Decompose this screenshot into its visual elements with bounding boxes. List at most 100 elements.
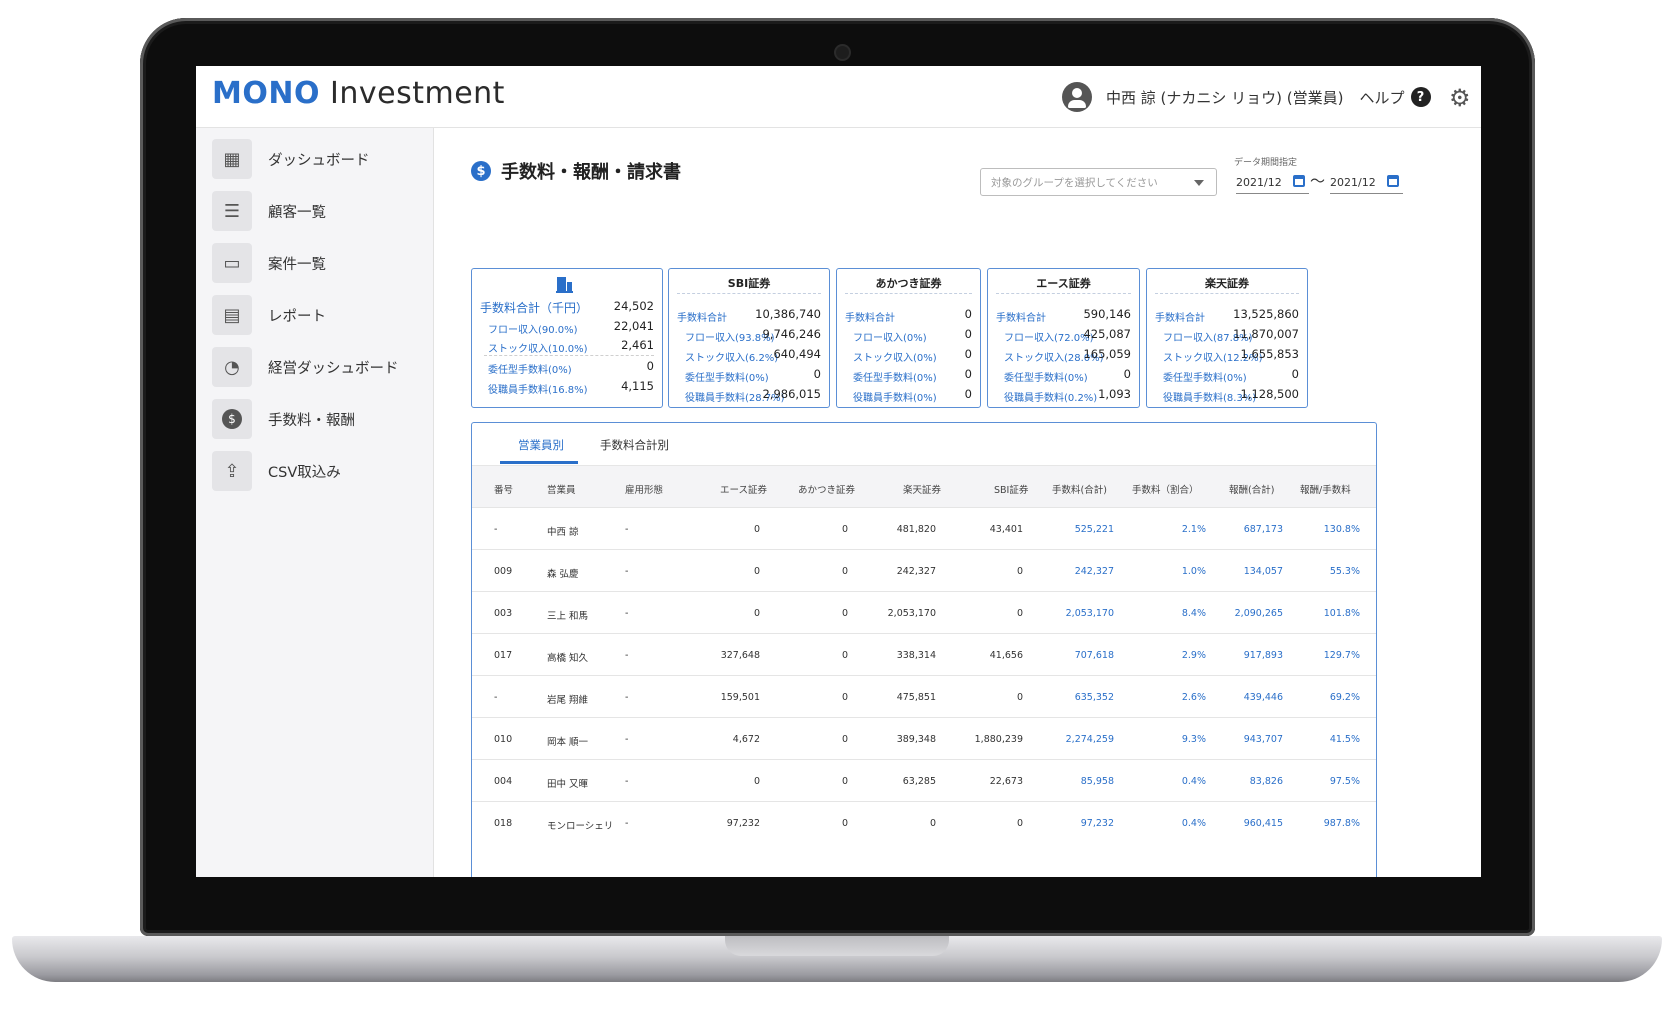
divider xyxy=(845,293,972,294)
help-icon: ? xyxy=(1410,87,1431,107)
sidebar-item-management[interactable]: ◔ 経営ダッシュボード xyxy=(212,345,399,389)
dashboard-icon: ▦ xyxy=(212,139,252,179)
table-cell: 69.2% xyxy=(1329,692,1360,703)
summary-row: フロー収入(90.0%) 22,041 xyxy=(488,319,654,336)
app-logo[interactable]: MONO Investment xyxy=(212,76,505,111)
broker-row: ストック収入(6.2%) 640,494 xyxy=(685,347,821,364)
table-cell: 63,285 xyxy=(902,776,936,787)
sidebar-item-reports[interactable]: ▤ レポート xyxy=(212,293,326,337)
sidebar-item-fees[interactable]: $ 手数料・報酬 xyxy=(212,397,355,441)
table-cell: 101.8% xyxy=(1323,608,1360,619)
date-from-value: 2021/12 xyxy=(1236,176,1282,189)
date-to-value: 2021/12 xyxy=(1330,176,1376,189)
column-header[interactable]: 手数料(合計) xyxy=(1052,482,1107,496)
table-cell: 003 xyxy=(494,608,513,619)
active-tab-indicator xyxy=(500,461,578,464)
broker-card-akatsuki: あかつき証券 手数料合計 0 フロー収入(0%) 0 ストック収入(0%) 0 委任型… xyxy=(836,268,981,408)
table-cell: 159,501 xyxy=(720,692,760,703)
row-value: 0 xyxy=(1291,367,1299,381)
broker-name: エース証券 xyxy=(1036,277,1091,290)
table-row[interactable]: - 中西 諒 - 0 0 481,820 43,401 525,221 2.1% 687,173 1… xyxy=(472,507,1376,549)
sidebar-item-projects[interactable]: ▭ 案件一覧 xyxy=(212,241,326,285)
help-link[interactable]: ヘルプ ? xyxy=(1359,87,1431,108)
group-select[interactable]: 対象のグループを選択してください xyxy=(980,168,1217,196)
table-cell: 2.9% xyxy=(1181,650,1206,661)
column-header[interactable]: 楽天証券 xyxy=(903,482,941,496)
row-label: 手数料合計 xyxy=(996,313,1046,324)
tab-by-staff[interactable]: 営業員別 xyxy=(518,437,564,453)
broker-row: 手数料合計 0 xyxy=(845,307,972,324)
summary-total: 手数料合計（千円） 24,502 xyxy=(480,299,654,316)
table-cell: 707,618 xyxy=(1074,650,1114,661)
calendar-icon[interactable] xyxy=(1387,175,1399,187)
table-row[interactable]: 018 モンローシェリ - 97,232 0 0 0 97,232 0.4% 960,415 987… xyxy=(472,801,1376,843)
broker-row: フロー収入(0%) 0 xyxy=(853,327,972,344)
building-icon xyxy=(556,277,573,293)
user-name: 中西 諒 (ナカニシ リョウ) (営業員) xyxy=(1106,88,1344,107)
row-value: 425,087 xyxy=(1083,327,1131,341)
table-cell: 41.5% xyxy=(1329,734,1360,745)
row-value: 590,146 xyxy=(1083,307,1131,321)
row-label: フロー収入(0%) xyxy=(853,333,927,344)
table-row[interactable]: 004 田中 又暉 - 0 0 63,285 22,673 85,958 0.4% 83,826 9… xyxy=(472,759,1376,801)
sidebar-item-label: 経営ダッシュボード xyxy=(268,360,399,377)
row-value: 10,386,740 xyxy=(755,307,821,321)
column-header[interactable]: 報酬/手数料 xyxy=(1300,482,1351,496)
user-menu[interactable]: 中西 諒 (ナカニシ リョウ) (営業員) ヘルプ ? xyxy=(1062,80,1431,114)
row-label: 手数料合計 xyxy=(1155,313,1205,324)
top-bar: MONO Investment 中西 諒 (ナカニシ リョウ) (営業員) ヘル… xyxy=(196,66,1481,128)
column-header[interactable]: エース証券 xyxy=(720,482,767,496)
table-cell: 134,057 xyxy=(1243,566,1283,577)
row-value: 11,870,007 xyxy=(1233,327,1299,341)
table-row[interactable]: 017 高橋 知久 - 327,648 0 338,314 41,656 707,618 2.9… xyxy=(472,633,1376,675)
table-cell: 三上 和馬 xyxy=(547,611,589,622)
row-value: 0 xyxy=(813,367,821,381)
table-cell: 2,090,265 xyxy=(1234,608,1283,619)
table-cell: 0 xyxy=(753,524,760,535)
table-cell: 2.1% xyxy=(1181,524,1206,535)
date-from-input[interactable]: 2021/12 xyxy=(1236,172,1309,194)
broker-name: SBI証券 xyxy=(727,277,771,290)
table-cell: - xyxy=(625,818,629,829)
table-cell: 017 xyxy=(494,650,513,661)
row-label: 役職員手数料(16.8%) xyxy=(488,385,588,396)
table-cell: 中西 諒 xyxy=(547,527,579,538)
table-cell: 0 xyxy=(841,692,848,703)
table-cell: 4,672 xyxy=(732,734,760,745)
sidebar-item-label: 案件一覧 xyxy=(268,256,326,273)
calendar-icon[interactable] xyxy=(1293,175,1305,187)
row-label: 手数料合計 xyxy=(677,313,727,324)
row-value: 1,655,853 xyxy=(1240,347,1299,361)
sidebar-item-dashboard[interactable]: ▦ ダッシュボード xyxy=(212,137,370,181)
column-header[interactable]: 雇用形態 xyxy=(625,482,663,496)
column-header[interactable]: 営業員 xyxy=(547,482,576,496)
table-cell: 岡本 順一 xyxy=(547,737,589,748)
date-to-input[interactable]: 2021/12 xyxy=(1330,172,1403,194)
fee-icon: $ xyxy=(212,399,252,439)
table-header: 番号 営業員 雇用形態 エース証券 あかつき証券 楽天証券 SBI証券 手数料(… xyxy=(472,465,1376,507)
table-cell: 1,880,239 xyxy=(974,734,1023,745)
table-row[interactable]: 003 三上 和馬 - 0 0 2,053,170 0 2,053,170 8.4% 2,090,… xyxy=(472,591,1376,633)
table-cell: 0 xyxy=(1016,692,1023,703)
column-header[interactable]: 番号 xyxy=(494,482,513,496)
broker-row: 役職員手数料(8.3%) 1,128,500 xyxy=(1163,387,1299,404)
column-header[interactable]: SBI証券 xyxy=(994,482,1028,496)
row-value: 165,059 xyxy=(1083,347,1131,361)
table-cell: 55.3% xyxy=(1329,566,1360,577)
broker-name: 楽天証券 xyxy=(1205,277,1249,290)
row-label: ストック収入(0%) xyxy=(853,353,937,364)
row-value: 4,115 xyxy=(621,379,654,393)
tab-by-fee-total[interactable]: 手数料合計別 xyxy=(600,437,669,453)
table-cell: 917,893 xyxy=(1243,650,1283,661)
column-header[interactable]: あかつき証券 xyxy=(798,482,855,496)
column-header[interactable]: 報酬(合計) xyxy=(1229,482,1274,496)
table-row[interactable]: 009 森 弘慶 - 0 0 242,327 0 242,327 1.0% 134,057 55.3… xyxy=(472,549,1376,591)
table-row[interactable]: - 岩尾 翔維 - 159,501 0 475,851 0 635,352 2.6% 439,44… xyxy=(472,675,1376,717)
column-header[interactable]: 手数料（割合） xyxy=(1132,482,1199,496)
row-value: 2,461 xyxy=(621,338,654,352)
table-row[interactable]: 010 岡本 順一 - 4,672 0 389,348 1,880,239 2,274,259… xyxy=(472,717,1376,759)
sidebar-item-csv-import[interactable]: ⇪ CSV取込み xyxy=(212,449,341,493)
gear-icon[interactable]: ⚙ xyxy=(1449,84,1471,112)
table-cell: 018 xyxy=(494,818,513,829)
sidebar-item-customers[interactable]: ☰ 顧客一覧 xyxy=(212,189,326,233)
